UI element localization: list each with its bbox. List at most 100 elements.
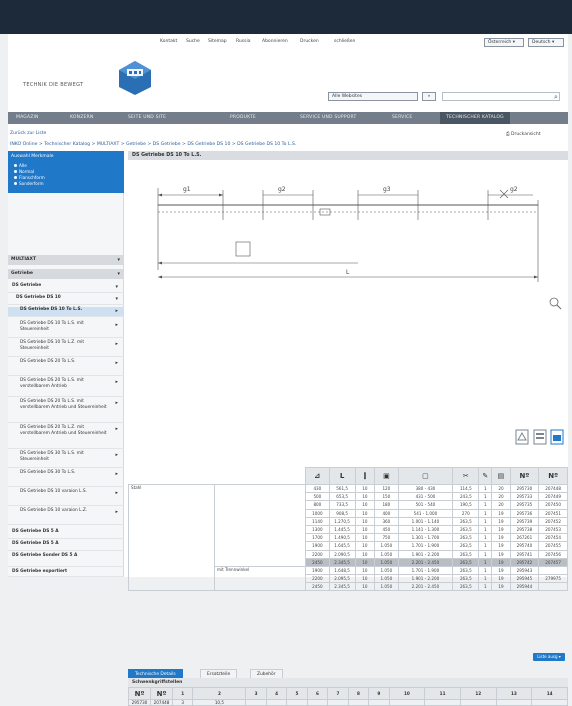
table-cell[interactable]: 295741 <box>509 549 540 559</box>
filter-option[interactable]: Normal <box>14 169 34 174</box>
language-select[interactable]: Deutsch ▾ <box>528 38 564 47</box>
pdf-download-icon[interactable] <box>533 429 547 445</box>
table-cell[interactable]: 295943 <box>509 565 540 576</box>
main-nav: MAGAZIN KONZERN SEITE UND SITE PRODUKTE … <box>8 112 568 124</box>
search-icon[interactable]: ⌕ <box>554 93 558 102</box>
price-table-head: ⊿ L ⫿ ▣ ▢ ✂ ✎ ▤ Nº Nº <box>128 467 568 485</box>
country-select[interactable]: Österreich ▾ <box>484 38 524 47</box>
sidebar-item[interactable]: DS Getriebe DS 10 To L.S. mit Steuereinh… <box>8 321 124 338</box>
breadcrumb[interactable]: INKO Online > Technischer Katalog > MULT… <box>10 142 566 147</box>
sidebar-item[interactable]: DS Getriebe DS 10 varaion L.S. ▸ <box>8 489 124 506</box>
table-cell[interactable]: 279975 <box>538 574 568 584</box>
table-cell[interactable]: 207448 <box>150 699 173 706</box>
sidebar-item[interactable]: DS Getriebe DS 20 To L.S. ▸ <box>8 359 124 376</box>
nav-magazin[interactable]: MAGAZIN <box>16 115 39 120</box>
table-cell: 1900 <box>305 541 330 551</box>
tab-technical-details[interactable]: Technische Details <box>128 669 183 678</box>
table-header-cell: 4 <box>265 687 288 700</box>
col-cross-section-icon: ▣ <box>374 467 399 485</box>
top-link-contact[interactable]: Kontakt <box>160 39 177 44</box>
top-link-russia[interactable]: Russia <box>236 39 250 44</box>
sidebar-item[interactable]: DS Getriebe DS 5 A <box>8 541 124 551</box>
tab-spare-parts[interactable]: Ersatzteile <box>200 669 238 678</box>
table-cell[interactable]: 207448 <box>538 483 568 494</box>
sidebar-item[interactable]: DS Getriebe ▾ <box>8 283 124 293</box>
table-cell[interactable]: 295738 <box>509 524 540 535</box>
sidebar-item[interactable]: DS Getriebe DS 20 To L.S. mit verstellba… <box>8 378 124 397</box>
nav-konzern[interactable]: KONZERN <box>70 115 93 120</box>
table-cell[interactable]: 267261 <box>509 533 540 543</box>
table-cell[interactable]: 295730 <box>128 699 151 706</box>
top-link-sitemap[interactable]: Sitemap <box>208 39 227 44</box>
table-cell[interactable] <box>538 565 568 576</box>
table-cell: 263,5 <box>452 574 480 584</box>
table-cell[interactable] <box>538 582 568 592</box>
nav-service-support[interactable]: SERVICE UND SUPPORT <box>300 115 356 120</box>
search-input[interactable] <box>442 92 560 101</box>
table-cell[interactable]: 207452 <box>538 516 568 526</box>
sidebar-item-selected[interactable]: DS Getriebe DS 10 To L.S. ▸ <box>8 307 124 317</box>
table-cell[interactable]: 295944 <box>509 582 540 592</box>
table-cell[interactable]: 207455 <box>538 541 568 551</box>
table-cell: 10 <box>354 500 376 510</box>
data-sheet-icon[interactable] <box>550 429 564 445</box>
nav-service[interactable]: SERVICE <box>392 115 412 120</box>
table-cell[interactable]: 207456 <box>538 549 568 559</box>
sidebar-item[interactable]: DS Getriebe DS 30 To L.S. mit Steuereinh… <box>8 451 124 468</box>
col-cut-icon: ✂ <box>452 467 480 485</box>
filter-option[interactable]: Flanschform <box>14 175 45 180</box>
sidebar-item[interactable]: DS Getriebe DS 10 ▾ <box>8 295 124 305</box>
print-view-link[interactable]: ⎙ Druckansicht <box>506 131 541 137</box>
table-header-cell: 10 <box>388 687 426 700</box>
top-link-subscribe[interactable]: Abonnieren <box>262 39 288 44</box>
sidebar-item[interactable]: DS Getriebe Sonder DS 5 A <box>8 553 124 567</box>
tab-accessories[interactable]: Zubehör <box>250 669 283 678</box>
sidebar-section-getriebe[interactable]: Getriebe ▾ <box>8 269 124 279</box>
filter-option[interactable]: Sonderform <box>14 181 44 186</box>
table-cell[interactable]: 295742 <box>509 557 540 567</box>
table-cell: 2450 <box>305 582 330 592</box>
table-cell[interactable]: 295730 <box>509 483 540 494</box>
table-cell[interactable]: 207451 <box>538 508 568 518</box>
search-scope-select[interactable]: Alle Websites <box>328 92 418 101</box>
filter-option[interactable]: Alle <box>14 163 27 168</box>
cad-download-icon[interactable] <box>515 429 529 445</box>
top-link-print[interactable]: Drucken <box>300 39 319 44</box>
table-header-cell: Nº <box>150 687 173 700</box>
sidebar-item[interactable]: DS Getriebe DS 10 varaion L.Z. ▸ <box>8 508 124 525</box>
top-link-search[interactable]: Suche <box>186 39 200 44</box>
nav-seite[interactable]: SEITE UND SITE <box>128 115 166 120</box>
table-cell[interactable]: 207454 <box>538 533 568 543</box>
search-go-button[interactable]: » <box>422 92 436 101</box>
sidebar-item[interactable]: DS Getriebe DS 5 A <box>8 529 124 539</box>
table-cell[interactable]: 295735 <box>509 500 540 510</box>
col-article-no-2: Nº <box>538 467 568 485</box>
table-cell[interactable]: 295740 <box>509 541 540 551</box>
table-header-cell: 3 <box>245 687 267 700</box>
sidebar-section-multiaxt[interactable]: MULTIAXT ▾ <box>8 255 124 265</box>
table-cell[interactable]: 295739 <box>509 516 540 526</box>
table-cell[interactable]: 207457 <box>538 557 568 567</box>
table-cell: 561,5 <box>328 483 356 494</box>
table-cell[interactable]: 207453 <box>538 524 568 535</box>
sidebar-item[interactable]: DS Getriebe DS 20 To L.S. mit verstellba… <box>8 399 124 423</box>
back-to-list-link[interactable]: Zurück zur Liste <box>10 131 46 136</box>
table-cell[interactable]: 207450 <box>538 500 568 510</box>
brand-logo-icon[interactable] <box>118 60 152 96</box>
table-cell[interactable]: 207449 <box>538 492 568 502</box>
table-cell[interactable]: 295945 <box>509 574 540 584</box>
sidebar-item[interactable]: DS Getriebe DS 30 To L.S. ▸ <box>8 470 124 487</box>
nav-produkte[interactable]: PRODUKTE <box>230 115 256 120</box>
sidebar-item[interactable]: DS Getriebe DS 10 To L.Z. mit Steuereinh… <box>8 340 124 357</box>
sidebar-item[interactable]: DS Getriebe DS 20 To L.Z. mit verstellba… <box>8 425 124 449</box>
load-more-button[interactable]: Liste ausg ▾ <box>533 653 565 661</box>
table-cell[interactable]: 295736 <box>509 508 540 518</box>
table-cell[interactable]: 295733 <box>509 492 540 502</box>
table-header-cell: 12 <box>459 687 497 700</box>
nav-technischer-katalog[interactable]: TECHNISCHER KATALOG <box>440 112 510 124</box>
top-link-close[interactable]: schließen <box>334 39 355 44</box>
sidebar-item[interactable]: DS Getriebe exportiert <box>8 569 124 577</box>
table-cell: 1.645,5 <box>328 541 356 551</box>
chevron-icon: ▾ <box>115 284 118 290</box>
table-cell: 1 <box>478 574 493 584</box>
